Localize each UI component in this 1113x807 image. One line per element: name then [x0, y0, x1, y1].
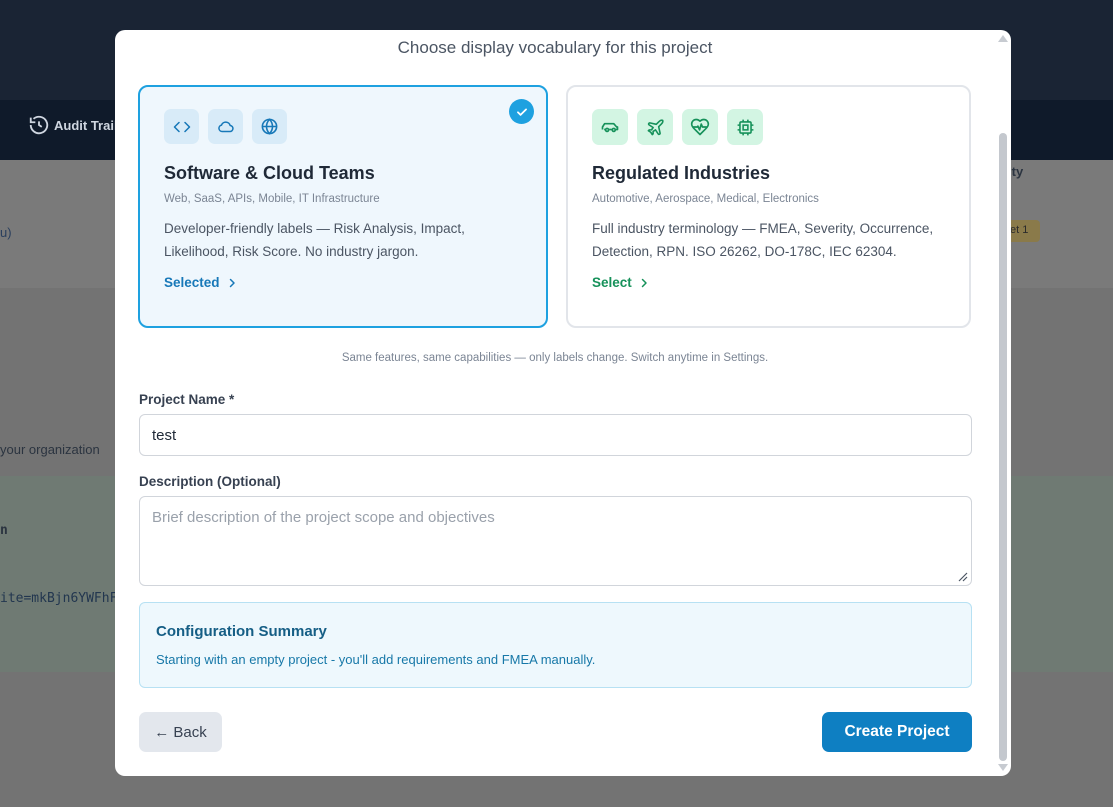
globe-icon	[252, 109, 287, 144]
card-subtitle: Web, SaaS, APIs, Mobile, IT Infrastructu…	[164, 193, 380, 205]
cloud-icon	[208, 109, 243, 144]
history-icon	[29, 115, 49, 135]
bg-mono-char: n	[0, 523, 8, 538]
summary-title: Configuration Summary	[156, 623, 327, 640]
chevron-right-icon	[229, 278, 235, 287]
icon-row	[164, 109, 522, 145]
card-description: Developer-friendly labels — Risk Analysi…	[164, 221, 465, 259]
car-icon	[592, 109, 628, 145]
create-project-modal: Choose display vocabulary for this proje…	[115, 30, 1011, 776]
summary-text: Starting with an empty project - you'll …	[156, 652, 596, 667]
check-icon	[509, 99, 534, 124]
card-title: Software & Cloud Teams	[164, 163, 375, 183]
card-action-label: Select	[592, 275, 632, 290]
card-action-label: Selected	[164, 275, 220, 290]
nav-item-label: Audit Trail	[54, 117, 118, 133]
scroll-up-arrow-icon[interactable]	[998, 35, 1008, 42]
chip-icon	[727, 109, 763, 145]
heart-pulse-icon	[682, 109, 718, 145]
bg-link: u)	[0, 225, 12, 240]
card-action-select[interactable]: Select	[592, 275, 945, 290]
bg-invite-link: ite=mkBjn6YWFhF	[0, 591, 118, 606]
scroll-thumb[interactable]	[999, 133, 1007, 761]
description-label: Description (Optional)	[139, 474, 281, 489]
card-subtitle: Automotive, Aerospace, Medical, Electron…	[592, 193, 819, 205]
vocabulary-note: Same features, same capabilities — only …	[341, 352, 769, 364]
nav-item-audit-trail[interactable]: Audit Trail	[28, 114, 118, 136]
scroll-down-arrow-icon[interactable]	[998, 764, 1008, 771]
project-name-label: Project Name *	[139, 392, 235, 407]
modal-scrollbar[interactable]	[995, 30, 1011, 776]
chevron-right-icon	[641, 278, 647, 287]
bg-org-text: your organization	[0, 442, 100, 457]
card-action-selected[interactable]: Selected	[164, 275, 522, 290]
plane-icon	[637, 109, 673, 145]
resize-handle-icon[interactable]	[958, 572, 968, 582]
card-title: Regulated Industries	[592, 163, 771, 183]
card-description: Full industry terminology — FMEA, Severi…	[592, 221, 934, 259]
description-textarea[interactable]	[139, 496, 972, 586]
back-button[interactable]: ← Back	[139, 712, 222, 752]
create-project-button[interactable]: Create Project	[822, 712, 972, 752]
code-icon	[164, 109, 199, 144]
project-name-input[interactable]	[139, 414, 972, 456]
vocab-card-regulated[interactable]: Regulated Industries Automotive, Aerospa…	[566, 85, 971, 328]
modal-title: Choose display vocabulary for this proje…	[397, 38, 713, 57]
configuration-summary: Configuration Summary Starting with an e…	[139, 602, 972, 688]
icon-row	[592, 109, 945, 145]
vocab-card-software[interactable]: Software & Cloud Teams Web, SaaS, APIs, …	[138, 85, 548, 328]
